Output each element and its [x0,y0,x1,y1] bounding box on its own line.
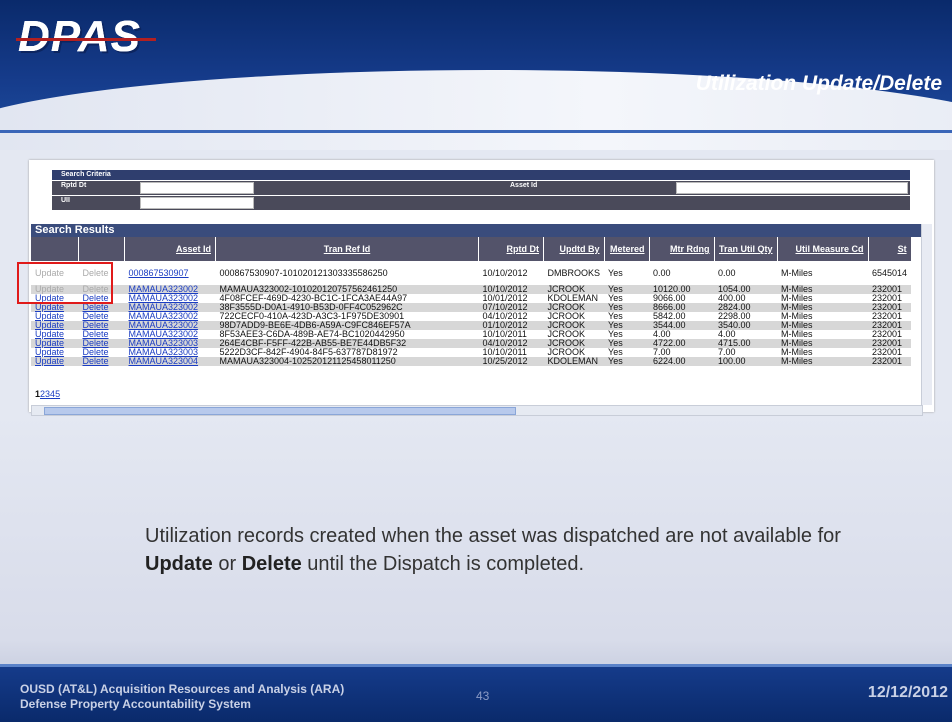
app-screenshot: Search Criteria Rptd Dt Asset Id UII Sea… [29,160,934,416]
asset-id-field[interactable] [676,182,908,194]
mtr-rdng-cell: 0.00 [653,267,671,278]
criteria-row-2: UII [52,195,910,210]
updtd-by-cell: KDOLEMAN [543,357,605,366]
asset-id-link[interactable]: MAMAUA323004 [124,357,216,366]
rptd-dt-field[interactable] [140,182,254,194]
note-part3: until the Dispatch is completed. [301,553,585,575]
slide: DPAS Utilization Update/Delete Search Cr… [0,0,952,722]
util-measure-cd-cell: M-Miles [777,357,869,366]
explanation-text: Utilization records created when the ass… [145,522,865,578]
uii-label: UII [61,197,70,204]
note-bold-update: Update [145,553,213,575]
util-measure-cd-cell: M-Miles [781,267,813,278]
rptd-dt-label: Rptd Dt [61,182,87,189]
update-link[interactable]: Update [31,357,79,366]
dpas-logo: DPAS [18,12,141,61]
horizontal-scrollbar[interactable] [31,405,923,416]
page-number: 43 [476,689,490,703]
asset-id-label: Asset Id [510,182,538,189]
footer-divider [0,664,952,667]
results-table: Asset Id Tran Ref Id Rptd Dt Updtd By Me… [31,237,912,366]
search-results-heading: Search Results [31,224,925,237]
column-header-rptd-dt[interactable]: Rptd Dt [478,237,544,261]
st-cell: 6545014 [872,267,908,278]
updtd-by-cell: DMBROOKS [547,267,601,278]
header-divider [0,130,952,133]
note-bold-delete: Delete [241,553,302,575]
note-part2: or [212,553,242,575]
rptd-dt-cell: 10/10/2012 [482,267,528,278]
note-part1: Utilization records created when the ass… [145,525,841,547]
column-header-update [31,237,79,261]
tran-util-qty-cell: 100.00 [714,357,778,366]
asset-id-link[interactable]: 000867530907 [125,261,216,285]
mtr-rdng-cell: 6224.00 [649,357,715,366]
search-criteria-panel: Search Criteria Rptd Dt Asset Id UII [52,170,910,210]
column-header-tran-util-qty[interactable]: Tran Util Qty [714,237,778,261]
rptd-dt-cell: 10/25/2012 [478,357,544,366]
table-header-row: Asset Id Tran Ref Id Rptd Dt Updtd By Me… [31,237,912,261]
column-header-updtd-by[interactable]: Updtd By [543,237,605,261]
uii-field[interactable] [140,197,254,209]
column-header-delete [78,237,125,261]
tran-ref-id-cell: MAMAUA323004-102520121125458011250 [215,357,479,366]
column-header-util-measure-cd[interactable]: Util Measure Cd [777,237,869,261]
footer-organization: OUSD (AT&L) Acquisition Resources and An… [20,682,344,712]
pager: 12345 [35,389,60,399]
search-results-grid: Asset Id Tran Ref Id Rptd Dt Updtd By Me… [31,237,921,405]
column-header-st[interactable]: St [868,237,912,261]
slide-header: DPAS Utilization Update/Delete [0,0,952,150]
column-header-tran-ref-id[interactable]: Tran Ref Id [215,237,479,261]
column-header-asset-id[interactable]: Asset Id [124,237,216,261]
column-header-metered[interactable]: Metered [604,237,650,261]
table-row: Update Delete MAMAUA323004 MAMAUA323004-… [31,357,912,366]
table-row: Update Delete 000867530907 000867530907-… [31,261,911,285]
footer-date: 12/12/2012 [867,684,948,701]
logo-stripe [16,38,156,41]
criteria-row-1: Rptd Dt Asset Id [52,180,910,195]
search-criteria-heading: Search Criteria [52,170,910,180]
tran-ref-id-cell: 000867530907-101020121303335586250 [219,267,388,278]
page-link[interactable]: 5 [55,389,60,399]
footer-line1: OUSD (AT&L) Acquisition Resources and An… [20,682,345,696]
metered-cell: Yes [608,267,623,278]
st-cell: 232001 [868,357,912,366]
highlight-box [17,262,113,304]
footer-line2: Defense Property Accountability System [20,697,251,711]
slide-footer: OUSD (AT&L) Acquisition Resources and An… [0,664,952,722]
tran-util-qty-cell: 0.00 [718,267,736,278]
vertical-scrollbar[interactable] [921,224,932,405]
slide-title: Utilization Update/Delete [695,72,942,95]
metered-cell: Yes [604,357,650,366]
delete-link[interactable]: Delete [78,357,125,366]
column-header-mtr-rdng[interactable]: Mtr Rdng [649,237,715,261]
scroll-thumb[interactable] [44,407,516,415]
